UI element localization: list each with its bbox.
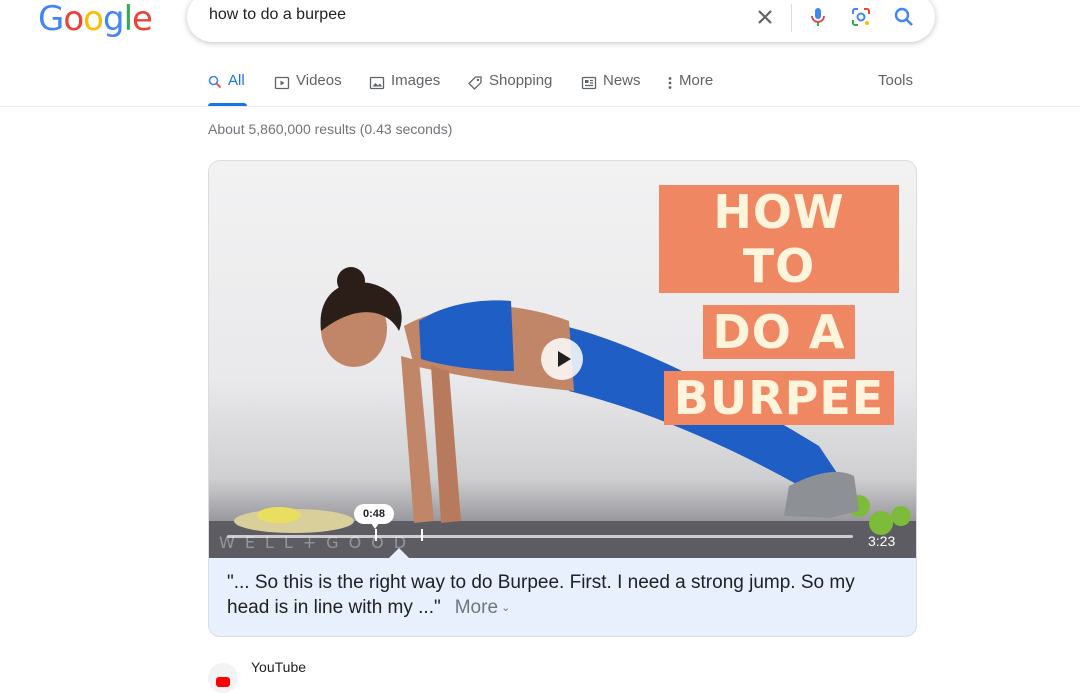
thumbnail-title: HOW TO DO A BURPEE xyxy=(659,179,899,431)
tab-shopping[interactable]: Shopping xyxy=(467,72,552,106)
tab-label: Videos xyxy=(296,72,342,89)
key-moment-time: 0:48 xyxy=(354,504,395,524)
tag-icon xyxy=(468,76,482,90)
thumbnail-title-line: BURPEE xyxy=(663,371,895,425)
progress-key-moment-end xyxy=(421,529,423,541)
tab-label: Shopping xyxy=(489,72,553,89)
logo-letter: G xyxy=(38,0,64,39)
thumbnail-title-line: DO A xyxy=(702,305,856,359)
tab-label: All xyxy=(228,72,245,89)
google-logo[interactable]: Google xyxy=(38,0,153,39)
more-label: More xyxy=(454,597,499,618)
kebab-icon xyxy=(668,77,672,89)
video-player[interactable]: HOW TO DO A BURPEE WELL+GOOD 0:48 3:23 xyxy=(209,161,916,558)
video-snippet-card: HOW TO DO A BURPEE WELL+GOOD 0:48 3:23 "… xyxy=(208,160,917,637)
close-icon[interactable] xyxy=(753,5,777,29)
logo-letter: o xyxy=(63,0,84,39)
chevron-down-icon: ⌄ xyxy=(498,602,511,614)
tab-label: News xyxy=(603,72,641,89)
news-icon xyxy=(581,76,597,90)
tab-videos[interactable]: Videos xyxy=(274,72,342,106)
header-divider xyxy=(0,106,1080,107)
caption-pointer xyxy=(389,548,409,558)
search-input[interactable]: how to do a burpee xyxy=(209,6,346,24)
result-stats: About 5,860,000 results (0.43 seconds) xyxy=(208,121,453,137)
lens-icon[interactable] xyxy=(849,5,873,29)
search-icon[interactable] xyxy=(892,5,916,29)
tab-images[interactable]: Images xyxy=(369,72,440,106)
video-duration: 3:23 xyxy=(868,533,896,549)
tools-button[interactable]: Tools xyxy=(878,72,913,89)
tab-label: More xyxy=(679,72,714,89)
youtube-favicon-icon xyxy=(208,663,238,693)
source-name[interactable]: YouTube xyxy=(251,659,306,675)
thumbnail-title-line: HOW TO xyxy=(659,185,899,293)
tab-more[interactable]: More xyxy=(667,72,713,106)
play-button[interactable] xyxy=(541,338,583,380)
key-moment-pointer xyxy=(371,523,379,529)
image-icon xyxy=(369,76,385,90)
microphone-icon[interactable] xyxy=(806,5,830,29)
transcript-text: "... So this is the right way to do Burp… xyxy=(227,572,855,618)
logo-letter: e xyxy=(132,0,153,39)
more-transcript-link[interactable]: More ⌄ xyxy=(455,597,511,618)
logo-letter: l xyxy=(123,0,134,39)
video-progress-bar[interactable] xyxy=(227,535,853,538)
tab-news[interactable]: News xyxy=(581,72,641,106)
search-divider xyxy=(791,4,792,32)
video-transcript-snippet: "... So this is the right way to do Burp… xyxy=(227,570,887,621)
logo-letter: o xyxy=(83,0,104,39)
tab-all[interactable]: All xyxy=(208,72,247,106)
logo-letter: g xyxy=(102,0,125,39)
search-icon xyxy=(208,75,222,89)
play-icon xyxy=(274,76,290,90)
tab-label: Images xyxy=(391,72,441,89)
progress-key-moment-start xyxy=(375,529,377,541)
search-box[interactable]: how to do a burpee xyxy=(187,0,935,42)
